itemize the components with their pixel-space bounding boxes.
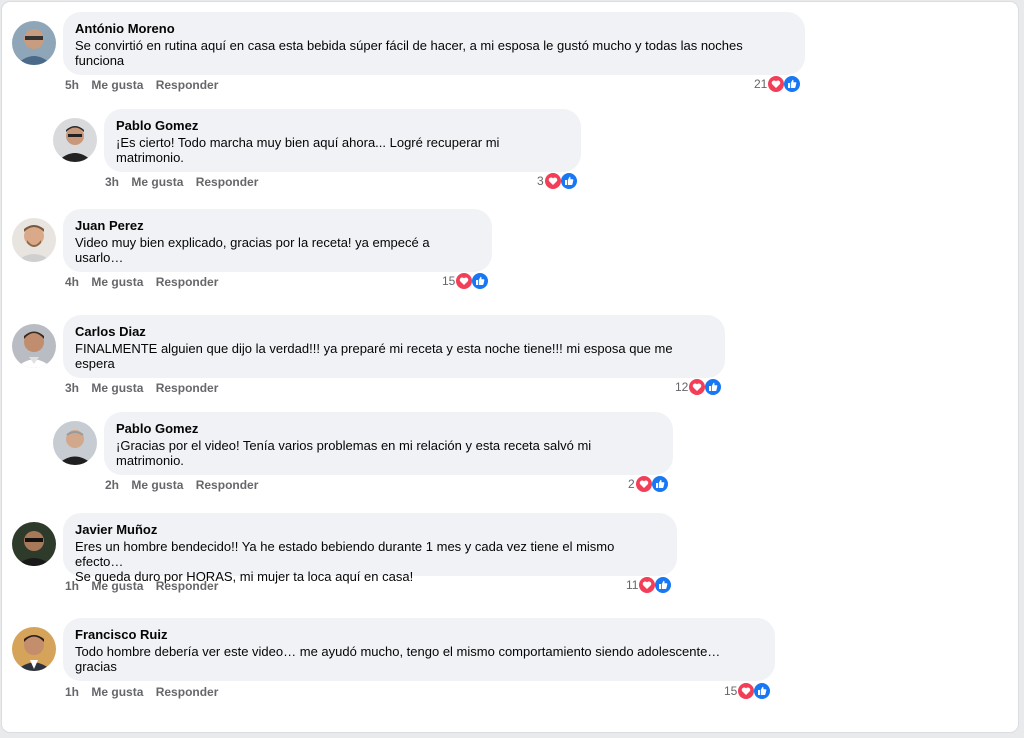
love-reaction-icon <box>456 273 473 289</box>
like-reaction-icon <box>705 379 722 395</box>
comment-actions: 1h Me gusta Responder <box>65 685 227 699</box>
avatar[interactable] <box>12 218 56 262</box>
comment-author[interactable]: Carlos Diaz <box>75 324 713 340</box>
like-reaction-icon <box>472 273 489 289</box>
reply-button[interactable]: Responder <box>196 175 259 189</box>
reaction-count: 2 <box>628 477 635 491</box>
reaction-summary[interactable]: 21 <box>754 76 801 92</box>
like-button[interactable]: Me gusta <box>91 275 143 289</box>
like-reaction-icon <box>655 577 672 593</box>
comment-text: ¡Es cierto! Todo marcha muy bien aquí ah… <box>116 135 500 165</box>
reaction-count: 15 <box>442 274 456 288</box>
comment-bubble: Juan Perez Video muy bien explicado, gra… <box>63 209 492 272</box>
reaction-summary[interactable]: 11 <box>626 577 672 593</box>
comment-bubble: Francisco Ruiz Todo hombre debería ver e… <box>63 618 775 681</box>
comment-author[interactable]: António Moreno <box>75 21 793 37</box>
comment-bubble: Pablo Gomez ¡Gracias por el video! Tenía… <box>104 412 673 475</box>
comment-actions: 4h Me gusta Responder <box>65 275 227 289</box>
comment-time[interactable]: 3h <box>65 381 79 395</box>
love-reaction-icon <box>689 379 706 395</box>
comment-actions: 2h Me gusta Responder <box>105 478 267 492</box>
comment-author[interactable]: Pablo Gomez <box>116 118 569 134</box>
comments-panel: António Moreno Se convirtió en rutina aq… <box>2 2 1018 732</box>
avatar[interactable] <box>12 324 56 368</box>
comment-actions: 1h Me gusta Responder <box>65 579 227 593</box>
comment-bubble: Pablo Gomez ¡Es cierto! Todo marcha muy … <box>104 109 581 172</box>
comment-time[interactable]: 2h <box>105 478 119 492</box>
like-button[interactable]: Me gusta <box>131 478 183 492</box>
avatar[interactable] <box>53 118 97 162</box>
reaction-summary[interactable]: 2 <box>628 476 668 492</box>
comment-time[interactable]: 1h <box>65 685 79 699</box>
reply-button[interactable]: Responder <box>156 685 219 699</box>
like-reaction-icon <box>754 683 771 699</box>
reply-button[interactable]: Responder <box>156 381 219 395</box>
comment-text: Todo hombre debería ver este video… me a… <box>75 644 721 674</box>
avatar[interactable] <box>53 421 97 465</box>
like-reaction-icon <box>784 76 801 92</box>
like-reaction-icon <box>560 173 577 189</box>
comment-text: ¡Gracias por el video! Tenía varios prob… <box>116 438 592 468</box>
comment-time[interactable]: 3h <box>105 175 119 189</box>
comment-text: Eres un hombre bendecido!! Ya he estado … <box>75 539 615 584</box>
comment-bubble: António Moreno Se convirtió en rutina aq… <box>63 12 805 75</box>
reaction-count: 15 <box>724 684 738 698</box>
reaction-count: 21 <box>754 77 768 91</box>
comment-author[interactable]: Javier Muñoz <box>75 522 665 538</box>
like-button[interactable]: Me gusta <box>131 175 183 189</box>
love-reaction-icon <box>544 173 561 189</box>
love-reaction-icon <box>639 577 656 593</box>
comment-author[interactable]: Francisco Ruiz <box>75 627 763 643</box>
comment-author[interactable]: Juan Perez <box>75 218 480 234</box>
like-button[interactable]: Me gusta <box>91 381 143 395</box>
reaction-count: 12 <box>675 380 689 394</box>
like-button[interactable]: Me gusta <box>91 579 143 593</box>
comment-actions: 3h Me gusta Responder <box>65 381 227 395</box>
reaction-summary[interactable]: 3 <box>537 173 577 189</box>
reply-button[interactable]: Responder <box>156 579 219 593</box>
reaction-summary[interactable]: 12 <box>675 379 722 395</box>
avatar[interactable] <box>12 21 56 65</box>
reaction-summary[interactable]: 15 <box>724 683 771 699</box>
comment-time[interactable]: 1h <box>65 579 79 593</box>
comment-time[interactable]: 5h <box>65 78 79 92</box>
like-button[interactable]: Me gusta <box>91 78 143 92</box>
reaction-count: 11 <box>626 578 639 592</box>
comment-author[interactable]: Pablo Gomez <box>116 421 661 437</box>
reaction-count: 3 <box>537 174 544 188</box>
comment-time[interactable]: 4h <box>65 275 79 289</box>
reply-button[interactable]: Responder <box>196 478 259 492</box>
comment-text: FINALMENTE alguien que dijo la verdad!!!… <box>75 341 673 371</box>
like-button[interactable]: Me gusta <box>91 685 143 699</box>
reply-button[interactable]: Responder <box>156 78 219 92</box>
comment-actions: 5h Me gusta Responder <box>65 78 227 92</box>
like-reaction-icon <box>651 476 668 492</box>
love-reaction-icon <box>738 683 755 699</box>
love-reaction-icon <box>768 76 785 92</box>
avatar[interactable] <box>12 627 56 671</box>
avatar[interactable] <box>12 522 56 566</box>
comment-text: Video muy bien explicado, gracias por la… <box>75 235 430 265</box>
reply-button[interactable]: Responder <box>156 275 219 289</box>
comment-bubble: Javier Muñoz Eres un hombre bendecido!! … <box>63 513 677 584</box>
comment-bubble: Carlos Diaz FINALMENTE alguien que dijo … <box>63 315 725 378</box>
comment-actions: 3h Me gusta Responder <box>105 175 267 189</box>
reaction-summary[interactable]: 15 <box>442 273 489 289</box>
comment-text: Se convirtió en rutina aquí en casa esta… <box>75 38 743 68</box>
love-reaction-icon <box>635 476 652 492</box>
